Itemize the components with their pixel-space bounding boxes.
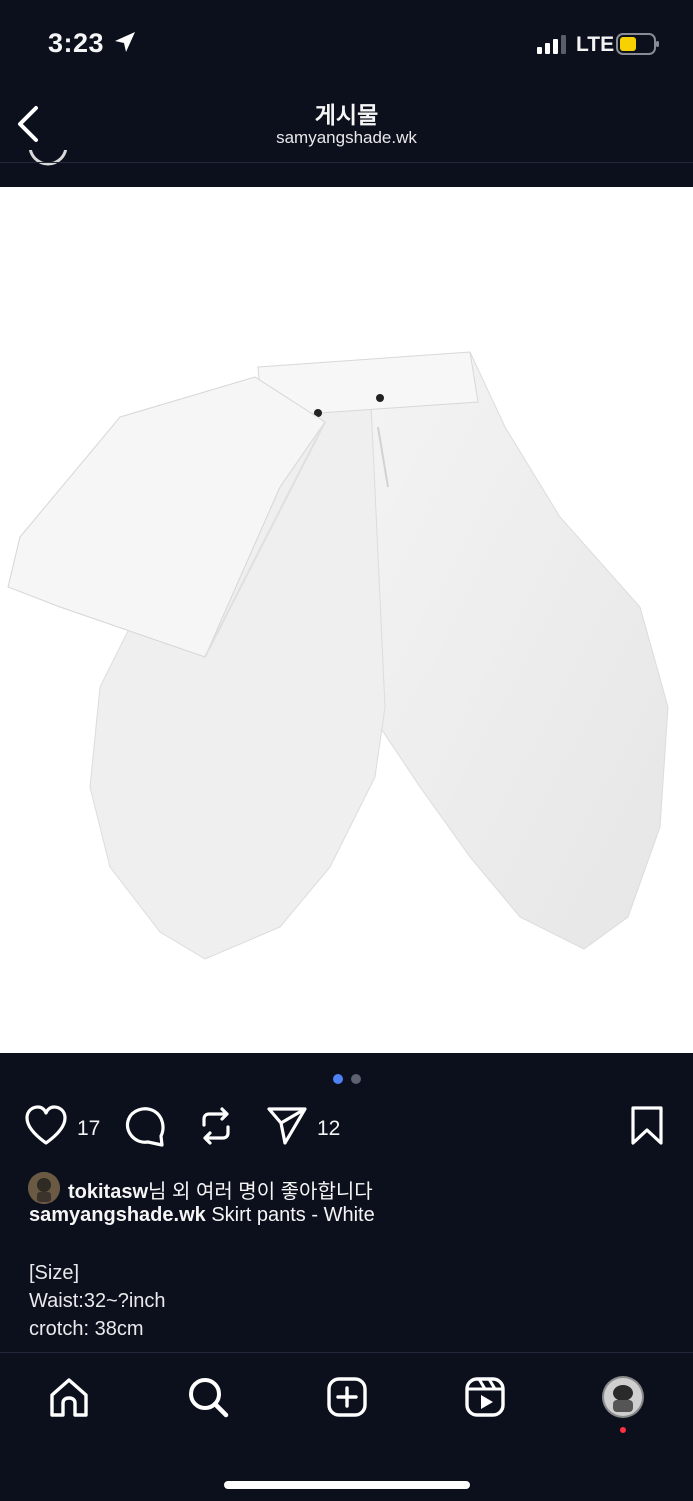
- caption-text: Skirt pants - White: [211, 1204, 375, 1226]
- skirt-pants-illustration: [7, 351, 669, 960]
- network-label: LTE: [576, 33, 615, 56]
- liker-avatar[interactable]: [28, 1172, 60, 1204]
- caption-line: crotch: 38cm: [29, 1318, 144, 1340]
- liker-username[interactable]: tokitasw: [68, 1181, 148, 1203]
- repost-icon[interactable]: [194, 1103, 238, 1149]
- comment-icon[interactable]: [123, 1103, 167, 1149]
- share-count[interactable]: 12: [317, 1117, 340, 1141]
- reels-icon[interactable]: [463, 1375, 507, 1419]
- status-time: 3:23: [48, 28, 105, 58]
- status-bar: 3:23 LTE: [0, 0, 693, 90]
- bookmark-icon[interactable]: [629, 1103, 665, 1149]
- battery-icon: [616, 33, 659, 55]
- post-header: 게시물 samyangshade.wk: [0, 90, 693, 162]
- carousel-dot-active: [333, 1074, 343, 1084]
- like-count[interactable]: 17: [77, 1117, 100, 1141]
- carousel-dot: [351, 1074, 361, 1084]
- post-actions: 17 12: [0, 1103, 693, 1153]
- heart-icon[interactable]: [24, 1103, 68, 1149]
- caption: samyangshade.wk Skirt pants - White: [29, 1204, 375, 1227]
- search-icon[interactable]: [186, 1375, 230, 1419]
- home-indicator: [224, 1481, 470, 1489]
- post-image[interactable]: [0, 187, 693, 1053]
- liked-by-suffix: 님 외 여러 명이 좋아합니다: [148, 1181, 373, 1203]
- send-icon[interactable]: [265, 1103, 309, 1149]
- carousel-indicator: [0, 1074, 693, 1086]
- liked-by-text: tokitasw님 외 여러 명이 좋아합니다: [68, 1175, 373, 1204]
- page-title: 게시물: [314, 102, 379, 128]
- create-icon[interactable]: [325, 1375, 369, 1419]
- profile-notification-dot: [620, 1427, 626, 1433]
- signal-icon: [537, 35, 566, 54]
- page-subtitle-username[interactable]: samyangshade.wk: [0, 128, 693, 148]
- bottom-tab-bar: [0, 1352, 693, 1501]
- caption-line: Waist:32~?inch: [29, 1290, 166, 1312]
- location-arrow-icon: [115, 32, 135, 52]
- home-icon[interactable]: [47, 1375, 91, 1419]
- caption-line: [Size]: [29, 1262, 80, 1284]
- profile-avatar[interactable]: [601, 1375, 645, 1419]
- caption-username[interactable]: samyangshade.wk: [29, 1204, 206, 1226]
- author-avatar-peek[interactable]: [28, 150, 68, 168]
- header-divider: [0, 162, 693, 163]
